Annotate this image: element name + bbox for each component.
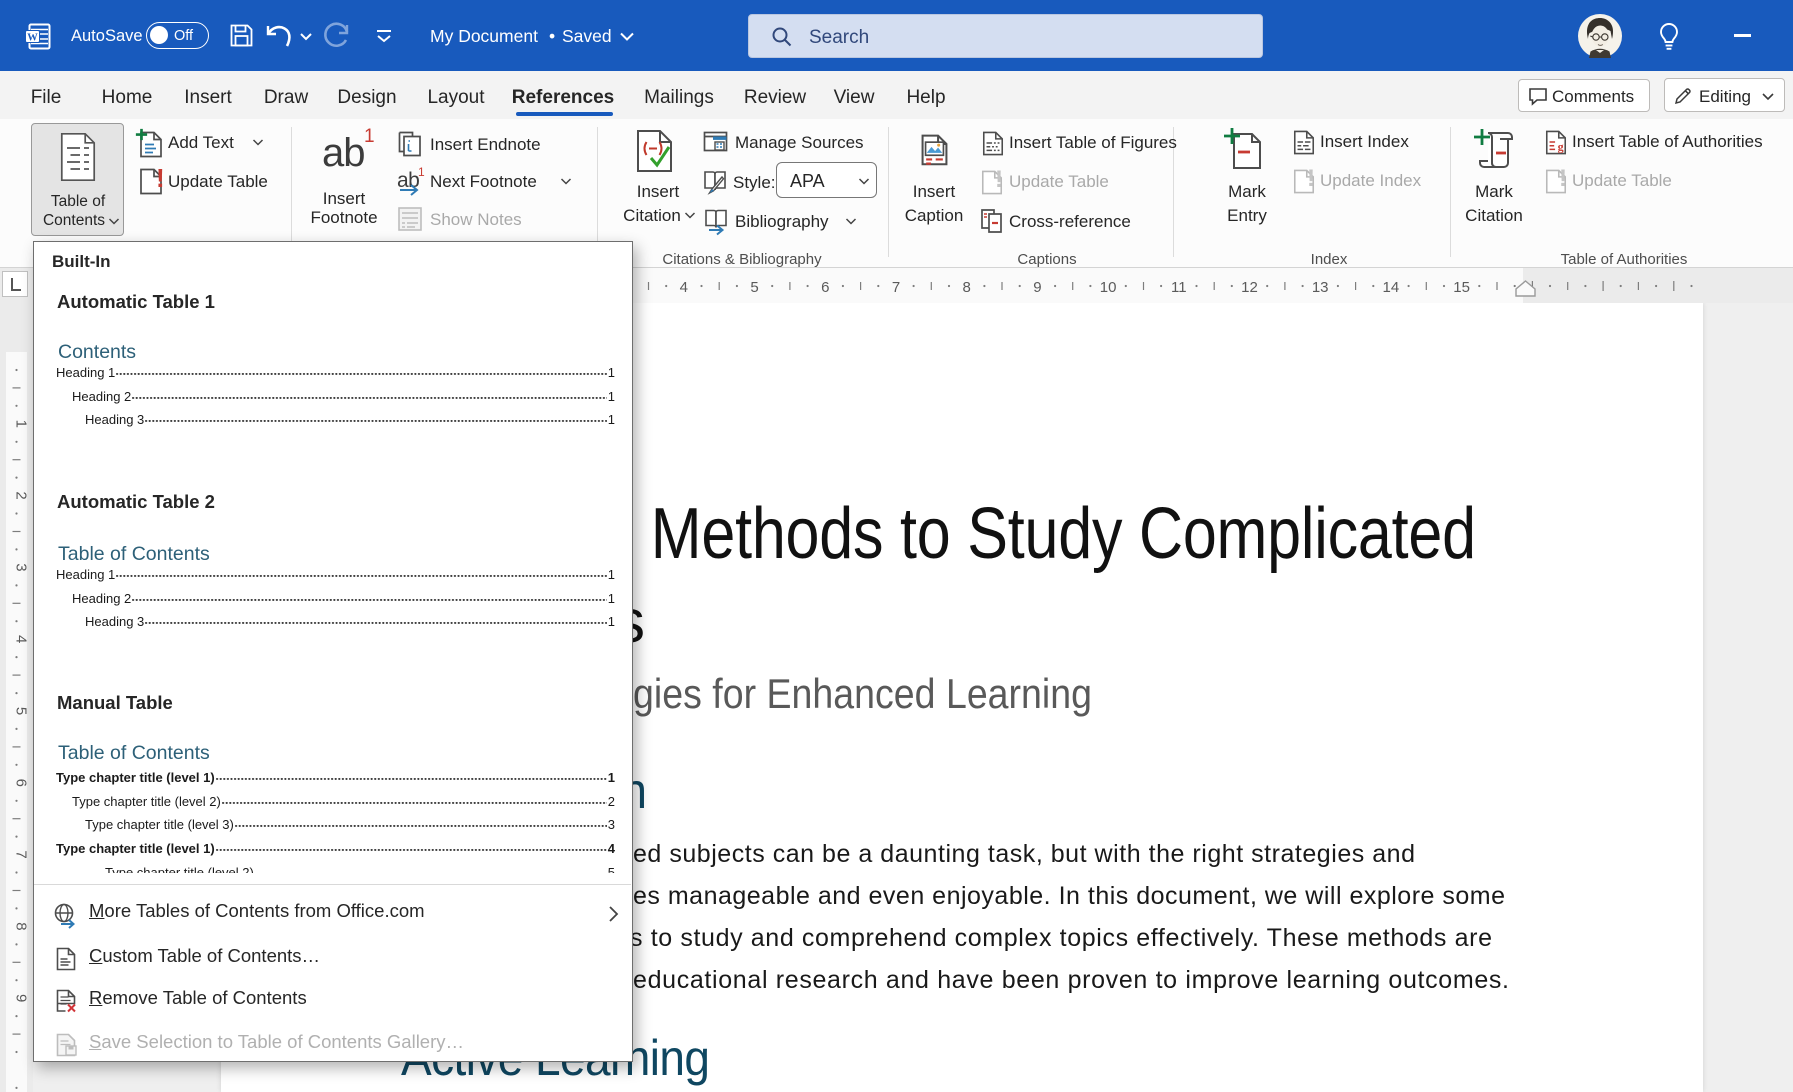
- svg-text:8: 8: [13, 922, 30, 930]
- svg-text:15: 15: [1453, 279, 1470, 296]
- svg-text:5: 5: [750, 279, 758, 296]
- svg-text:14: 14: [1383, 279, 1400, 296]
- svg-text:3: 3: [13, 563, 30, 571]
- svg-text:7: 7: [892, 279, 900, 296]
- svg-text:10: 10: [1100, 279, 1117, 296]
- svg-text:W: W: [27, 33, 38, 44]
- svg-text:12: 12: [1241, 279, 1258, 296]
- svg-text:5: 5: [13, 707, 30, 715]
- svg-text:13: 13: [1312, 279, 1329, 296]
- svg-text:8: 8: [963, 279, 971, 296]
- svg-text:gies for Enhanced Learning: gies for Enhanced Learning: [633, 671, 1092, 717]
- svg-text:9: 9: [1033, 279, 1041, 296]
- svg-text:s to study and comprehend comp: s to study and comprehend complex topics…: [630, 924, 1492, 952]
- svg-text:7: 7: [13, 850, 30, 858]
- svg-text:educational research and have: educational research and have been prove…: [633, 966, 1509, 994]
- svg-text:9: 9: [13, 994, 30, 1002]
- svg-text:ed subjects can be a daunting: ed subjects can be a daunting task, but …: [633, 840, 1415, 868]
- svg-text:4: 4: [13, 635, 30, 643]
- svg-text:4: 4: [680, 279, 688, 296]
- svg-text:es manageable and even enjoyab: es manageable and even enjoyable. In thi…: [633, 882, 1505, 910]
- svg-text:1: 1: [13, 420, 30, 428]
- svg-text:11: 11: [1171, 279, 1187, 296]
- svg-text:6: 6: [821, 279, 829, 296]
- svg-text:g: g: [1558, 139, 1564, 153]
- svg-text:2: 2: [13, 491, 30, 499]
- svg-text:6: 6: [13, 779, 30, 787]
